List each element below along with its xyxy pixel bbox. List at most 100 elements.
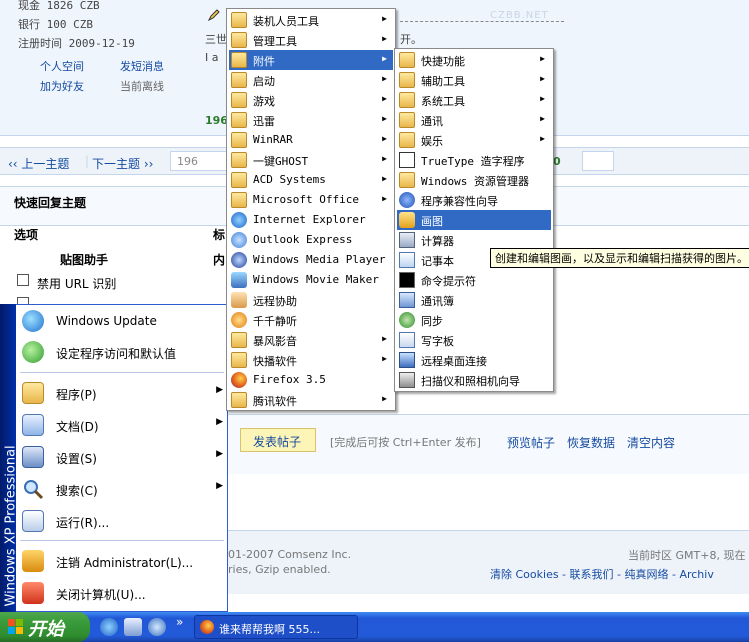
menu-item-startup[interactable]: 启动 ▶: [229, 70, 393, 90]
menu-item-aux-tools[interactable]: 辅助工具 ▶: [397, 70, 551, 90]
chevron-right-icon: ▶: [540, 134, 545, 143]
start-item-shutdown[interactable]: 关闭计算机(U)...: [16, 578, 227, 608]
menu-item-label: 同步: [421, 315, 443, 328]
menu-item-label: Windows Movie Maker: [253, 273, 379, 286]
start-item-label: 文档(D): [56, 420, 99, 434]
start-item-programs[interactable]: 程序(P) ▶: [16, 378, 227, 408]
cmd-icon: [399, 272, 415, 288]
menu-item-communications[interactable]: 通讯 ▶: [397, 110, 551, 130]
search-icon: [22, 478, 44, 500]
start-item-settings[interactable]: 设置(S) ▶: [16, 442, 227, 472]
send-message-link[interactable]: 发短消息: [120, 58, 164, 74]
menu-item-thunder[interactable]: 迅雷 ▶: [229, 110, 393, 130]
menu-item-explorer[interactable]: Windows 资源管理器: [397, 170, 551, 190]
footer-links[interactable]: 清除 Cookies - 联系我们 - 纯真网络 - Archiv: [490, 566, 714, 582]
menu-item-paint[interactable]: 画图: [397, 210, 551, 230]
chevron-right-icon: ▶: [216, 385, 223, 395]
menu-item-movie-maker[interactable]: Windows Movie Maker: [229, 270, 393, 290]
start-item-program-access[interactable]: 设定程序访问和默认值: [16, 337, 227, 367]
taskbar-window-button[interactable]: 谁来帮帮我啊 555...: [194, 615, 358, 639]
menu-item-sync[interactable]: 同步: [397, 310, 551, 330]
content-heading: 内: [213, 253, 226, 267]
add-friend-link[interactable]: 加为好友: [40, 78, 84, 94]
menu-item-ghost[interactable]: 一键GHOST ▶: [229, 150, 393, 170]
clear-content-link[interactable]: 清空内容: [627, 434, 675, 451]
folder-icon: [231, 132, 247, 148]
disable-url-checkbox[interactable]: [17, 274, 29, 286]
post-divider: [400, 21, 564, 22]
restore-data-link[interactable]: 恢复数据: [567, 434, 615, 451]
online-status: 当前离线: [120, 80, 164, 93]
start-button[interactable]: 开始: [0, 612, 90, 642]
menu-item-label: 快播软件: [253, 355, 297, 368]
folder-icon: [231, 392, 247, 408]
start-item-logoff[interactable]: 注销 Administrator(L)...: [16, 546, 227, 576]
folder-icon: [399, 112, 415, 128]
taskbar-window-title: 谁来帮帮我啊 555...: [219, 623, 320, 636]
folder-icon: [231, 172, 247, 188]
menu-item-ttplayer[interactable]: 千千静听: [229, 310, 393, 330]
start-item-documents[interactable]: 文档(D) ▶: [16, 410, 227, 440]
menu-item-scanner-wizard[interactable]: 扫描仪和照相机向导: [397, 370, 551, 390]
submit-post-button[interactable]: 发表帖子: [240, 428, 316, 452]
menu-item-address-book[interactable]: 通讯簿: [397, 290, 551, 310]
menu-item-admin-tools[interactable]: 管理工具 ▶: [229, 30, 393, 50]
menu-item-installer-tools[interactable]: 装机人员工具 ▶: [229, 10, 393, 30]
menu-item-entertainment[interactable]: 娱乐 ▶: [397, 130, 551, 150]
menu-item-remote-assist[interactable]: 远程协助: [229, 290, 393, 310]
media-quicklaunch-icon[interactable]: [148, 618, 166, 636]
menu-item-acd-systems[interactable]: ACD Systems ▶: [229, 170, 393, 190]
timezone-text: 当前时区 GMT+8, 现在: [628, 549, 746, 562]
menu-item-shortcuts[interactable]: 快捷功能 ▶: [397, 50, 551, 70]
pager-box[interactable]: [582, 151, 614, 171]
start-item-run[interactable]: 运行(R)...: [16, 506, 227, 536]
quicklaunch-overflow-icon[interactable]: »: [176, 615, 183, 629]
menu-item-firefox[interactable]: Firefox 3.5: [229, 370, 393, 390]
desktop-quicklaunch-icon[interactable]: [124, 618, 142, 636]
folder-icon: [231, 352, 247, 368]
truetype-editor-icon: [399, 152, 415, 168]
menu-item-outlook[interactable]: Outlook Express: [229, 230, 393, 250]
folder-icon: [399, 92, 415, 108]
ie-quicklaunch-icon[interactable]: [100, 618, 118, 636]
run-icon: [22, 510, 44, 532]
paint-tooltip: 创建和编辑图画，以及显示和编辑扫描获得的图片。: [490, 248, 749, 268]
chevron-right-icon: ▶: [382, 174, 387, 183]
start-item-search[interactable]: 搜索(C) ▶: [16, 474, 227, 504]
accessories-menu: 快捷功能 ▶ 辅助工具 ▶ 系统工具 ▶ 通讯 ▶ 娱乐 ▶ TrueType 造字程序 …: [394, 48, 554, 392]
preview-post-link[interactable]: 预览帖子: [507, 434, 555, 451]
menu-item-remote-desktop[interactable]: 远程桌面连接: [397, 350, 551, 370]
wordpad-icon: [399, 332, 415, 348]
image-helper-link[interactable]: 贴图助手: [60, 251, 108, 268]
next-topic-link[interactable]: 下一主题 ››: [92, 155, 153, 172]
menu-item-calculator[interactable]: 计算器: [397, 230, 551, 250]
menu-item-ms-office[interactable]: Microsoft Office ▶: [229, 190, 393, 210]
menu-item-system-tools[interactable]: 系统工具 ▶: [397, 90, 551, 110]
menu-item-label: 快捷功能: [421, 55, 465, 68]
chevron-right-icon: ▶: [382, 334, 387, 343]
menu-item-truetype-editor[interactable]: TrueType 造字程序: [397, 150, 551, 170]
page-jump-input[interactable]: 196: [170, 151, 228, 171]
menu-item-wordpad[interactable]: 写字板: [397, 330, 551, 350]
menu-item-tencent[interactable]: 腾讯软件 ▶: [229, 390, 393, 410]
menu-item-games[interactable]: 游戏 ▶: [229, 90, 393, 110]
menu-item-accessories[interactable]: 附件 ▶: [229, 50, 393, 70]
menu-item-media-player[interactable]: Windows Media Player: [229, 250, 393, 270]
menu-item-baofeng[interactable]: 暴风影音 ▶: [229, 330, 393, 350]
menu-item-internet-explorer[interactable]: Internet Explorer: [229, 210, 393, 230]
menu-item-cmd[interactable]: 命令提示符: [397, 270, 551, 290]
menu-item-label: Firefox 3.5: [253, 373, 326, 386]
menu-item-label: 程序兼容性向导: [421, 195, 498, 208]
menu-item-label: Windows 资源管理器: [421, 175, 529, 188]
prev-topic-link[interactable]: ‹‹ 上一主题: [8, 155, 69, 172]
menu-item-qvod[interactable]: 快播软件 ▶: [229, 350, 393, 370]
menu-item-winrar[interactable]: WinRAR ▶: [229, 130, 393, 150]
movie-maker-icon: [231, 272, 247, 288]
pager-count: 0: [553, 155, 561, 168]
menu-item-compat-wizard[interactable]: 程序兼容性向导: [397, 190, 551, 210]
folder-icon: [231, 72, 247, 88]
folder-icon: [231, 112, 247, 128]
start-item-windows-update[interactable]: Windows Update: [16, 306, 227, 336]
options-heading: 选项: [14, 228, 39, 242]
personal-space-link[interactable]: 个人空间: [40, 58, 84, 74]
